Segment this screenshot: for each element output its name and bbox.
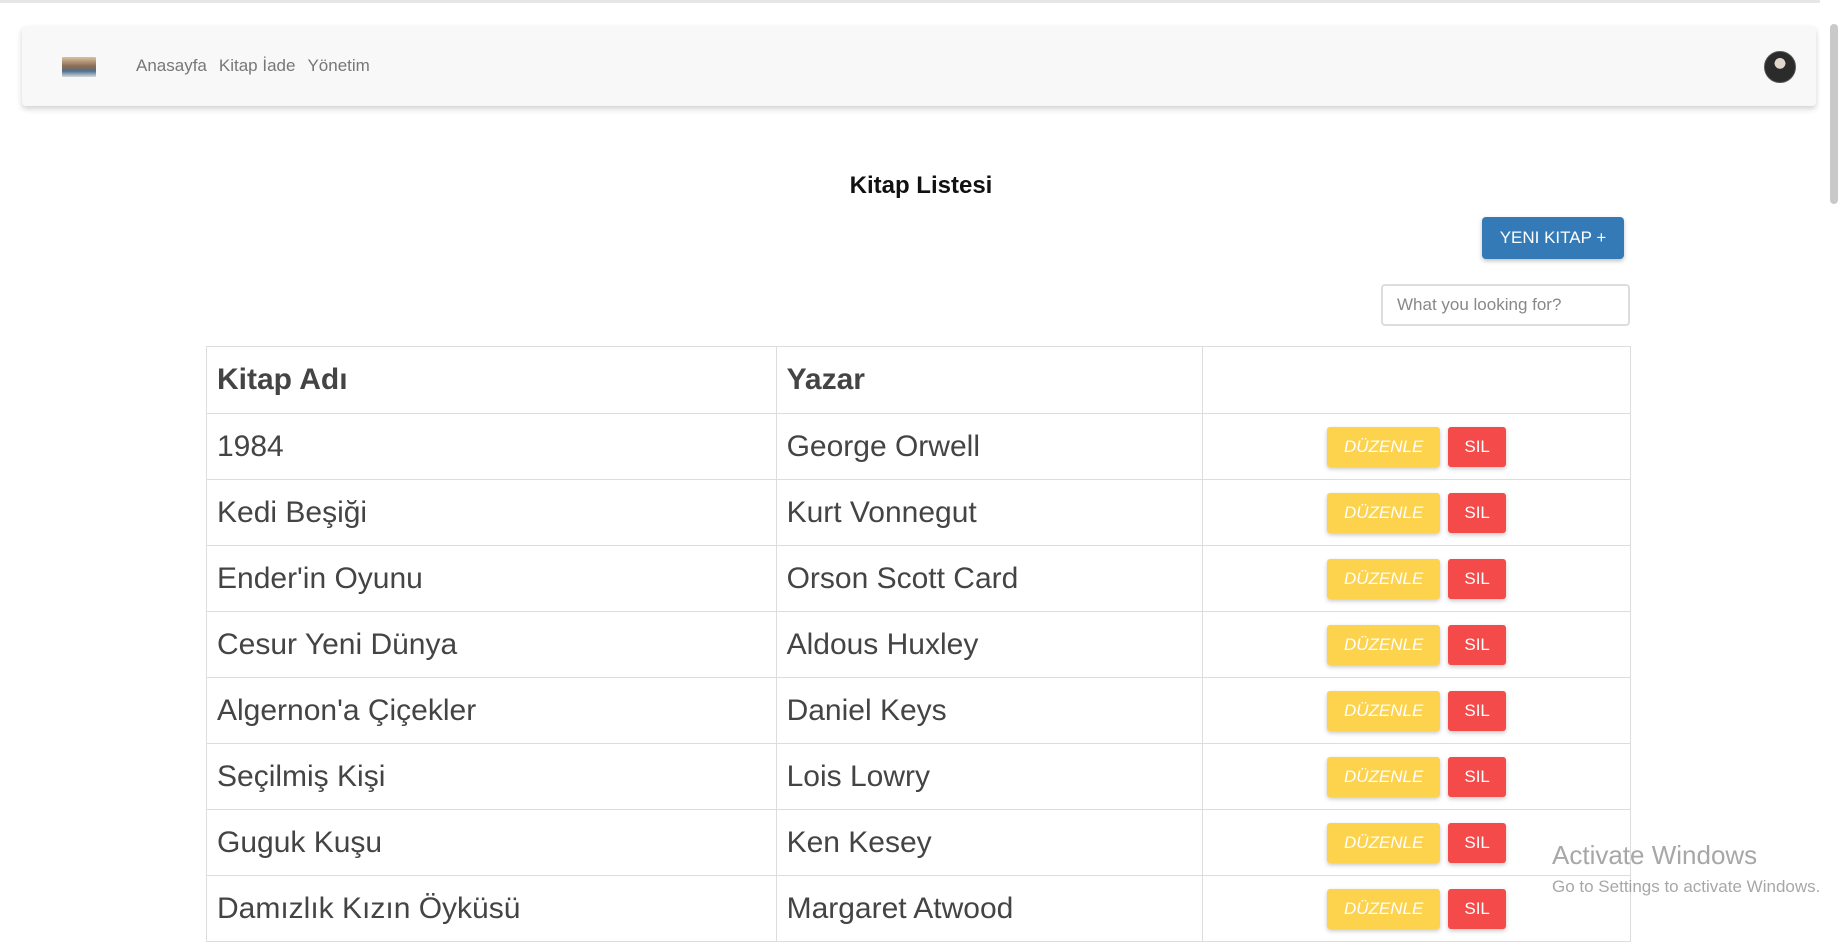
header-actions xyxy=(1202,346,1631,414)
book-title-cell: Guguk Kuşu xyxy=(206,809,777,876)
actions-cell: DÜZENLE SIL xyxy=(1202,545,1631,612)
window-top-border xyxy=(0,0,1842,3)
header-author: Yazar xyxy=(775,346,1204,414)
delete-button[interactable]: SIL xyxy=(1448,888,1507,929)
table-row: Seçilmiş Kişi Lois Lowry DÜZENLE SIL xyxy=(206,743,1631,810)
delete-button[interactable]: SIL xyxy=(1448,690,1507,731)
delete-button[interactable]: SIL xyxy=(1448,822,1507,863)
table-row: Algernon'a Çiçekler Daniel Keys DÜZENLE SIL xyxy=(206,677,1631,744)
nav-link-book-return[interactable]: Kitap İade xyxy=(219,56,296,76)
author-cell: Margaret Atwood xyxy=(775,875,1204,942)
books-table: Kitap Adı Yazar 1984 George Orwell DÜZENLE… xyxy=(206,346,1631,942)
edit-button[interactable]: DÜZENLE xyxy=(1327,558,1441,599)
delete-button[interactable]: SIL xyxy=(1448,756,1507,797)
watermark-subtitle: Go to Settings to activate Windows. xyxy=(1552,877,1821,896)
author-cell: Daniel Keys xyxy=(775,677,1204,744)
book-title-cell: Kedi Beşiği xyxy=(206,479,777,546)
edit-button[interactable]: DÜZENLE xyxy=(1327,756,1441,797)
book-title-cell: Seçilmiş Kişi xyxy=(206,743,777,810)
edit-button[interactable]: DÜZENLE xyxy=(1327,624,1441,665)
book-title-cell: Ender'in Oyunu xyxy=(206,545,777,612)
edit-button[interactable]: DÜZENLE xyxy=(1327,822,1441,863)
edit-button[interactable]: DÜZENLE xyxy=(1327,492,1441,533)
author-cell: George Orwell xyxy=(775,413,1204,480)
delete-button[interactable]: SIL xyxy=(1448,426,1507,467)
delete-button[interactable]: SIL xyxy=(1448,558,1507,599)
table-row: Ender'in Oyunu Orson Scott Card DÜZENLE SIL xyxy=(206,545,1631,612)
book-title-cell: Damızlık Kızın Öyküsü xyxy=(206,875,777,942)
table-row: Damızlık Kızın Öyküsü Margaret Atwood DÜZE… xyxy=(206,875,1631,942)
windows-activation-watermark: Activate Windows Go to Settings to activ… xyxy=(1552,840,1820,897)
new-book-button[interactable]: YENI KITAP + xyxy=(1482,217,1624,259)
book-title-cell: Cesur Yeni Dünya xyxy=(206,611,777,678)
actions-cell: DÜZENLE SIL xyxy=(1202,479,1631,546)
table-row: 1984 George Orwell DÜZENLE SIL xyxy=(206,413,1631,480)
table-row: Kedi Beşiği Kurt Vonnegut DÜZENLE SIL xyxy=(206,479,1631,546)
scrollbar-thumb[interactable] xyxy=(1830,24,1838,204)
nav-link-home[interactable]: Anasayfa xyxy=(136,56,207,76)
edit-button[interactable]: DÜZENLE xyxy=(1327,888,1441,929)
actions-cell: DÜZENLE SIL xyxy=(1202,611,1631,678)
page-title: Kitap Listesi xyxy=(849,172,993,199)
scrollbar[interactable] xyxy=(1820,0,1842,943)
navbar: Anasayfa Kitap İade Yönetim xyxy=(22,26,1816,106)
delete-button[interactable]: SIL xyxy=(1448,492,1507,533)
author-cell: Ken Kesey xyxy=(775,809,1204,876)
search-input[interactable] xyxy=(1381,284,1630,326)
author-cell: Kurt Vonnegut xyxy=(775,479,1204,546)
book-title-cell: Algernon'a Çiçekler xyxy=(206,677,777,744)
delete-button[interactable]: SIL xyxy=(1448,624,1507,665)
user-avatar[interactable] xyxy=(1764,51,1796,83)
author-cell: Lois Lowry xyxy=(775,743,1204,810)
header-book-title: Kitap Adı xyxy=(206,346,777,414)
watermark-title: Activate Windows xyxy=(1552,840,1758,870)
edit-button[interactable]: DÜZENLE xyxy=(1327,426,1441,467)
author-cell: Orson Scott Card xyxy=(775,545,1204,612)
table-row: Cesur Yeni Dünya Aldous Huxley DÜZENLE SIL xyxy=(206,611,1631,678)
author-cell: Aldous Huxley xyxy=(775,611,1204,678)
logo-image[interactable] xyxy=(62,57,96,77)
nav-link-admin[interactable]: Yönetim xyxy=(307,56,369,76)
actions-cell: DÜZENLE SIL xyxy=(1202,743,1631,810)
actions-cell: DÜZENLE SIL xyxy=(1202,677,1631,744)
book-title-cell: 1984 xyxy=(206,413,777,480)
actions-cell: DÜZENLE SIL xyxy=(1202,413,1631,480)
table-row: Guguk Kuşu Ken Kesey DÜZENLE SIL xyxy=(206,809,1631,876)
nav-links: Anasayfa Kitap İade Yönetim xyxy=(136,56,370,76)
table-header-row: Kitap Adı Yazar xyxy=(206,346,1631,414)
edit-button[interactable]: DÜZENLE xyxy=(1327,690,1441,731)
